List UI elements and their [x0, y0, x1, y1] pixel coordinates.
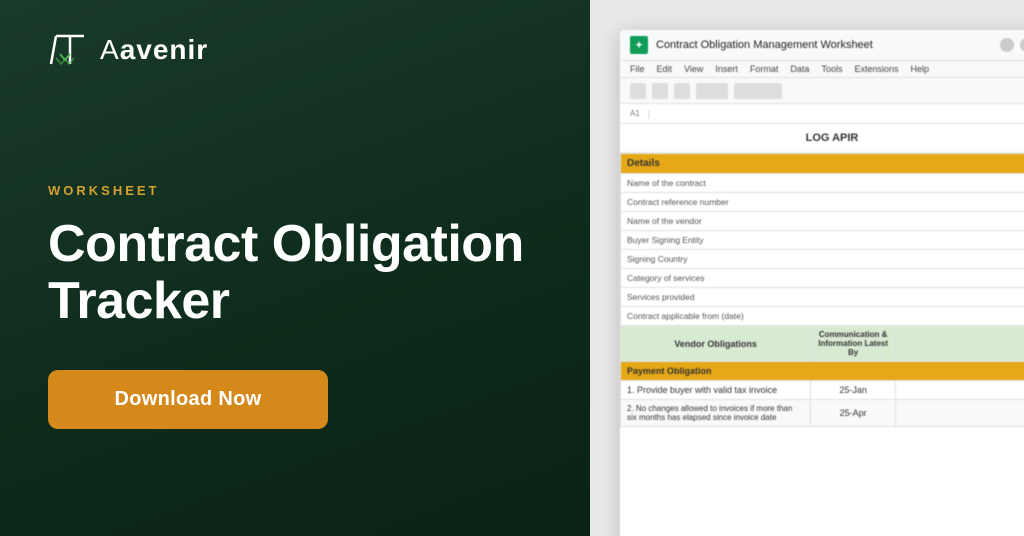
toolbar-undo[interactable] [630, 83, 646, 99]
sheet-title: LOG APIR [620, 124, 1024, 153]
menu-tools[interactable]: Tools [821, 64, 842, 74]
toolbar-print[interactable] [674, 83, 690, 99]
detail-cell: Signing Country [621, 250, 1024, 269]
detail-cell: Name of the vendor [621, 212, 1024, 231]
formula-bar[interactable]: A1 | [620, 104, 1024, 124]
detail-cell: Services provided [621, 288, 1024, 307]
gs-menubar: File Edit View Insert Format Data Tools … [620, 61, 1024, 78]
payment-desc-1: 1. Provide buyer with valid tax invoice [621, 381, 811, 400]
formula-divider: | [648, 109, 650, 119]
left-panel: Aavenir WORKSHEET Contract Obligation Tr… [0, 0, 590, 536]
sheets-icon: ✦ [630, 36, 648, 54]
payment-desc-2: 2. No changes allowed to invoices if mor… [621, 400, 811, 427]
menu-help[interactable]: Help [910, 64, 929, 74]
table-row: Name of the contract [621, 174, 1024, 193]
col-header-communication: Communication & Information Latest By [811, 326, 896, 362]
header-icon-1 [1000, 38, 1014, 52]
detail-cell: Contract reference number [621, 193, 1024, 212]
page-container: Aavenir WORKSHEET Contract Obligation Tr… [0, 0, 1024, 536]
menu-file[interactable]: File [630, 64, 645, 74]
spreadsheet-card: ✦ Contract Obligation Management Workshe… [620, 30, 1024, 536]
spreadsheet-title: Contract Obligation Management Worksheet [656, 39, 992, 51]
table-row: 1. Provide buyer with valid tax invoice … [621, 381, 1024, 400]
table-row: Signing Country [621, 250, 1024, 269]
payment-header-cell: Payment Obligation [621, 362, 1024, 381]
content-area: WORKSHEET Contract Obligation Tracker Do… [48, 108, 542, 504]
menu-view[interactable]: View [684, 64, 703, 74]
payment-extra-2 [895, 400, 1024, 427]
logo-icon [48, 32, 92, 68]
payment-extra-1 [895, 381, 1024, 400]
table-row: Contract applicable from (date) [621, 307, 1024, 326]
menu-format[interactable]: Format [750, 64, 779, 74]
table-row: Services provided [621, 288, 1024, 307]
gs-toolbar [620, 78, 1024, 104]
toolbar-zoom[interactable] [696, 83, 728, 99]
header-icon-2 [1020, 38, 1024, 52]
header-icons [1000, 38, 1024, 52]
menu-edit[interactable]: Edit [657, 64, 673, 74]
spreadsheet-wrapper: ✦ Contract Obligation Management Workshe… [620, 30, 1024, 536]
table-row: Contract reference number [621, 193, 1024, 212]
detail-cell: Buyer Signing Entity [621, 231, 1024, 250]
main-table: Details Name of the contract Contract re… [620, 153, 1024, 427]
table-row: 2. No changes allowed to invoices if mor… [621, 400, 1024, 427]
table-row: Payment Obligation [621, 362, 1024, 381]
table-row: Category of services [621, 269, 1024, 288]
details-header-cell: Details [621, 154, 1024, 174]
worksheet-label: WORKSHEET [48, 183, 542, 198]
payment-date-2: 25-Apr [811, 400, 896, 427]
table-row: Details [621, 154, 1024, 174]
main-title: Contract Obligation Tracker [48, 216, 542, 330]
table-row: Vendor Obligations Communication & Infor… [621, 326, 1024, 362]
detail-cell: Contract applicable from (date) [621, 307, 1024, 326]
cell-ref: A1 [630, 109, 640, 118]
menu-insert[interactable]: Insert [715, 64, 738, 74]
menu-extensions[interactable]: Extensions [854, 64, 898, 74]
payment-date-1: 25-Jan [811, 381, 896, 400]
menu-data[interactable]: Data [790, 64, 809, 74]
gs-header: ✦ Contract Obligation Management Workshe… [620, 30, 1024, 61]
table-row: Name of the vendor [621, 212, 1024, 231]
table-row: Buyer Signing Entity [621, 231, 1024, 250]
logo-area: Aavenir [48, 32, 542, 68]
toolbar-redo[interactable] [652, 83, 668, 99]
download-now-button[interactable]: Download Now [48, 370, 328, 429]
toolbar-format[interactable] [734, 83, 782, 99]
col-header-empty [895, 326, 1024, 362]
detail-cell: Name of the contract [621, 174, 1024, 193]
right-panel: ✦ Contract Obligation Management Workshe… [590, 0, 1024, 536]
col-header-obligation: Vendor Obligations [621, 326, 811, 362]
detail-cell: Category of services [621, 269, 1024, 288]
logo-text: Aavenir [100, 34, 208, 66]
